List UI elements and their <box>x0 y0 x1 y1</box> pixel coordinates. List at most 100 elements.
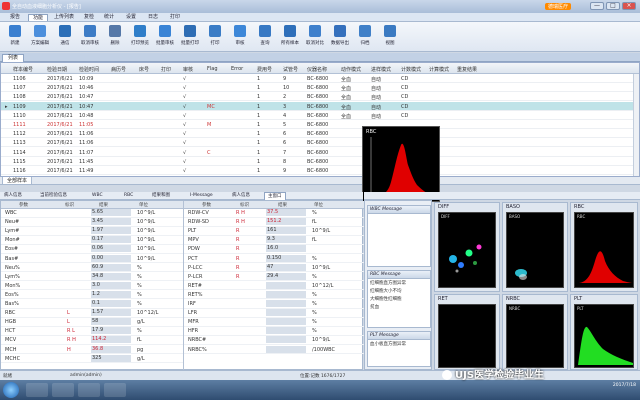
result-tab[interactable]: 病人信息 <box>4 192 22 200</box>
ret-scattergram[interactable]: RET <box>434 294 500 370</box>
table-row[interactable]: 1114 2017/6/21 11:07 √ C 1 7 BC-6800 <box>1 148 639 157</box>
grid-column-header[interactable]: 试管号 <box>283 66 298 73</box>
toolbar-button[interactable]: 数据导出 <box>327 24 353 50</box>
toolbar-button[interactable]: 所有样本 <box>277 24 303 50</box>
grid-scrollbar[interactable] <box>633 74 639 176</box>
app-icon <box>2 2 10 10</box>
menu-item[interactable]: 统计 <box>100 14 118 21</box>
grid-column-header[interactable]: 检验时间 <box>79 66 99 73</box>
toolbar-button-label: 新建 <box>10 41 20 46</box>
taskbar-app[interactable] <box>104 383 126 397</box>
grid-column-header[interactable]: Error <box>231 66 243 72</box>
toolbar-button[interactable]: 打印预览 <box>127 24 153 50</box>
result-tab[interactable]: 病人信息 <box>232 192 250 200</box>
menu-item[interactable]: 打印 <box>166 14 184 21</box>
param-flag: L <box>67 310 70 317</box>
toolbar-button[interactable]: 通信 <box>52 24 78 50</box>
maximize-button[interactable]: □ <box>606 2 620 10</box>
grid-column-header[interactable]: 床号 <box>139 66 149 73</box>
grid-column-header[interactable]: 计算模式 <box>429 66 449 73</box>
result-tab[interactable]: WBC <box>92 192 103 200</box>
result-tabs: 病人信息 当前检验信息 WBC RBC 结果和图 I-Message 病人信息 主窗口 <box>0 192 363 200</box>
toolbar-button[interactable]: 批量打印 <box>177 24 203 50</box>
result-tab[interactable]: 主窗口 <box>264 192 286 200</box>
taskbar-clock: 2017/7/18 <box>612 383 636 388</box>
grid-column-header[interactable]: 计数模式 <box>401 66 421 73</box>
menu-item[interactable]: 上传列表 <box>50 14 78 21</box>
param-row: WBC 5.65 10^9/L <box>1 209 183 218</box>
table-row[interactable]: 1106 2017/6/21 10:09 √ 1 9 BC-6800 全血 自动 CD <box>1 74 639 83</box>
taskbar-app[interactable] <box>78 383 100 397</box>
table-cell: 全血 <box>341 77 352 83</box>
param-unit: % <box>312 291 317 298</box>
table-row[interactable]: 1113 2017/6/21 11:06 √ 1 6 BC-6800 <box>1 138 639 148</box>
rbc-histogram-panel[interactable]: RBC RBC <box>570 202 638 292</box>
baso-scattergram[interactable]: BASO BASO <box>502 202 568 292</box>
table-cell: 全血 <box>341 113 352 120</box>
toolbar-button[interactable]: 删除 <box>102 24 128 50</box>
toolbar-button[interactable]: 批量审核 <box>152 24 178 50</box>
toolbar-button[interactable]: 取消对比 <box>302 24 328 50</box>
param-row: RET# 10^12/L <box>184 281 364 291</box>
taskbar-app[interactable] <box>26 383 48 397</box>
param-row: Mon# 0.17 10^9/L <box>1 236 183 245</box>
param-name: NRBC# <box>188 337 207 344</box>
grid-column-header[interactable]: 费用号 <box>257 66 272 73</box>
toolbar-button[interactable]: 新建 <box>2 24 28 50</box>
toolbar-button[interactable]: 视图 <box>377 24 403 50</box>
param-row: Lym% 34.8% <box>1 272 183 282</box>
menu-item[interactable]: 报告 <box>6 14 24 21</box>
grid-column-header[interactable]: 检验日期 <box>47 66 67 73</box>
table-row[interactable]: ▸ 1109 2017/6/21 10:47 √ MC 1 3 BC-6800 全血 自动 CD <box>1 101 639 111</box>
result-tab[interactable]: RBC <box>124 192 133 200</box>
result-tab[interactable]: 当前检验信息 <box>40 192 67 200</box>
tab-list[interactable]: 列表 <box>2 54 25 62</box>
diff-scattergram[interactable]: DIFF DIFF <box>434 202 500 292</box>
table-row[interactable]: 1107 2017/6/21 10:46 √ 1 10 BC-6800 全血 自动 CD <box>1 83 639 93</box>
toolbar-button[interactable]: 归档 <box>352 24 378 50</box>
table-row[interactable]: 1116 2017/6/21 11:49 √ 1 9 BC-6800 <box>1 166 639 175</box>
grid-column-header[interactable]: Flag <box>207 66 218 72</box>
table-row[interactable]: 1110 2017/6/21 10:48 √ 1 4 BC-6800 全血 自动 CD <box>1 111 639 120</box>
menu-item[interactable]: 功能 <box>28 14 49 21</box>
toolbar-button[interactable]: 审核 <box>227 24 253 50</box>
grid-column-header[interactable]: 进样模式 <box>371 66 391 73</box>
start-button[interactable] <box>3 382 19 398</box>
rbc-message-line: 贫血 <box>370 305 379 310</box>
toolbar-button[interactable]: 查询 <box>252 24 278 50</box>
param-unit: % <box>137 328 142 335</box>
tab-all-samples[interactable]: 全部样本 <box>2 177 33 185</box>
toolbar-button[interactable]: 方案编辑 <box>27 24 53 50</box>
taskbar-app[interactable] <box>52 383 74 397</box>
grid-column-header[interactable]: 打印 <box>161 66 171 73</box>
table-row[interactable]: 1108 2017/6/21 10:47 √ 1 2 BC-6800 全血 自动 CD <box>1 92 639 102</box>
toolbar-button[interactable]: 取消审核 <box>77 24 103 50</box>
menu-item[interactable]: 日志 <box>144 14 162 21</box>
result-tab[interactable]: 结果和图 <box>152 192 170 200</box>
table-cell: 1113 <box>13 140 26 147</box>
param-name: RBC <box>5 310 16 317</box>
toolbar-button[interactable]: 打印 <box>202 24 228 50</box>
grid-column-header[interactable]: 样本编号 <box>13 66 33 73</box>
table-cell: 2017/6/21 <box>47 112 73 119</box>
grid-column-header[interactable]: 病历号 <box>111 66 126 73</box>
grid-column-header[interactable]: 仪器名称 <box>307 66 327 73</box>
table-row[interactable]: 1112 2017/6/21 11:06 √ 1 6 BC-6800 <box>1 129 639 139</box>
table-row[interactable]: 1115 2017/6/21 11:45 √ 1 8 BC-6800 <box>1 157 639 166</box>
result-tab[interactable]: I-Message <box>190 192 213 200</box>
param-header: 参数 标识 结果 单位 <box>1 201 183 209</box>
table-row[interactable]: 1111 2017/6/21 11:05 √ M 1 5 BC-6800 <box>1 120 639 129</box>
view-icon <box>384 25 396 37</box>
minimize-button[interactable]: — <box>590 2 604 10</box>
param-name: HFR <box>188 328 199 335</box>
close-button[interactable]: × <box>622 2 636 10</box>
rbc-histogram <box>579 251 633 283</box>
table-cell: 8 <box>283 158 287 165</box>
menu-item[interactable]: 设置 <box>122 14 140 21</box>
grid-column-header[interactable]: 审核 <box>183 66 193 73</box>
nrbc-scattergram[interactable]: NRBC NRBC <box>502 294 568 370</box>
menu-item[interactable]: 复检 <box>80 14 98 21</box>
plt-histogram-panel[interactable]: PLT PLT <box>570 294 638 370</box>
grid-column-header[interactable]: 重复结果 <box>457 66 477 73</box>
grid-column-header[interactable]: 动作模式 <box>341 66 361 73</box>
